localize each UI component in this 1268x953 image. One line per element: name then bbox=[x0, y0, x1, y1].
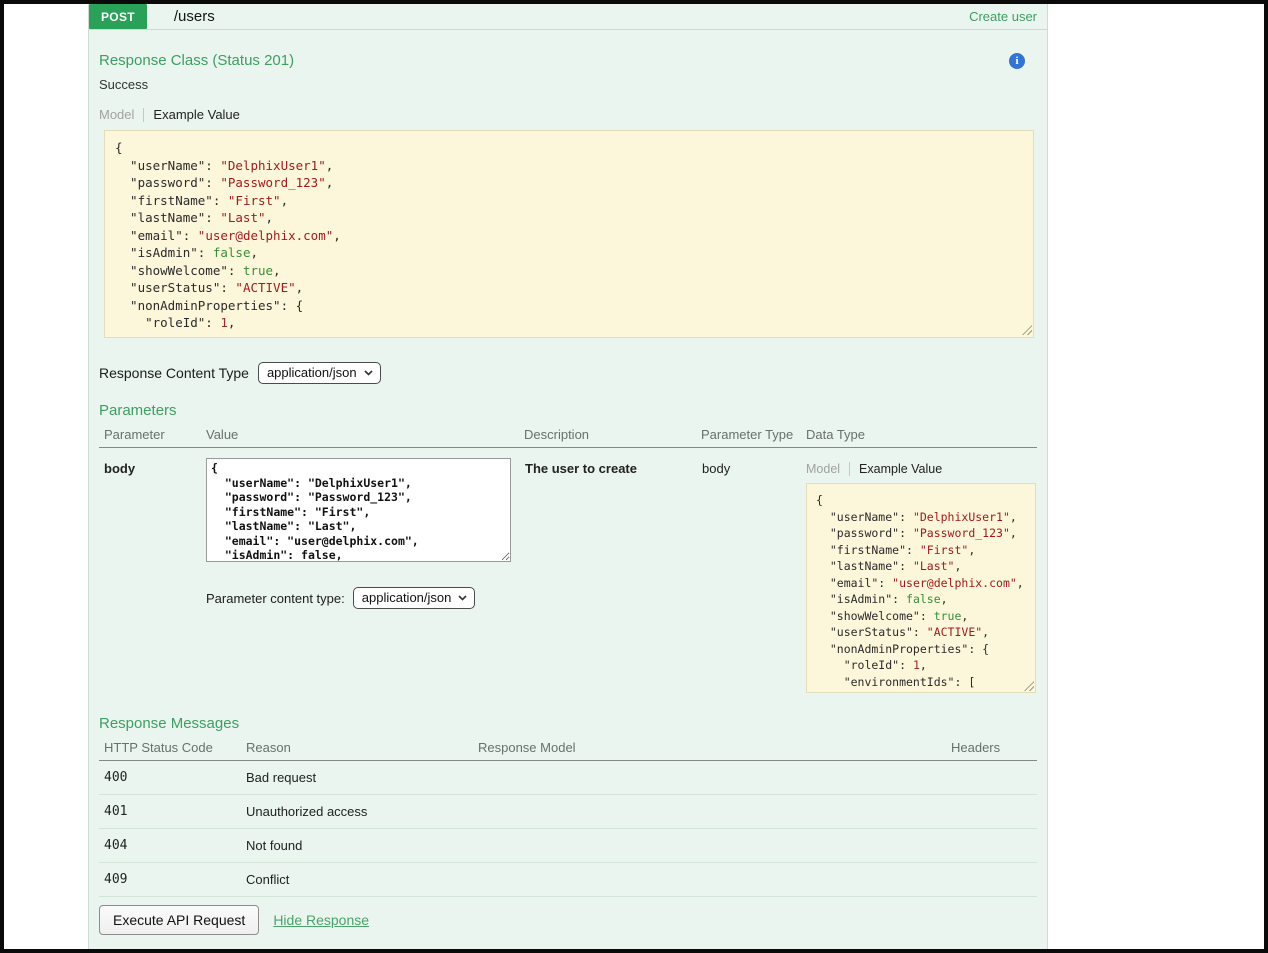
status-code: 400 bbox=[99, 770, 246, 785]
parameter-content-type-value: application/json bbox=[362, 590, 452, 605]
parameter-row-body: body { "userName": "DelphixUser1", "pass… bbox=[99, 448, 1037, 693]
hide-response-link[interactable]: Hide Response bbox=[273, 912, 369, 928]
tab-example-value[interactable]: Example Value bbox=[144, 108, 239, 122]
execute-api-request-button[interactable]: Execute API Request bbox=[99, 905, 259, 935]
col-reason: Reason bbox=[246, 740, 478, 755]
response-messages-heading: Response Messages bbox=[99, 715, 1037, 732]
http-method-badge[interactable]: POST bbox=[89, 4, 147, 29]
actions-row: Execute API Request Hide Response bbox=[99, 905, 1037, 935]
status-code: 409 bbox=[99, 872, 246, 887]
reason: Conflict bbox=[246, 872, 478, 887]
col-headers: Headers bbox=[951, 740, 1037, 755]
col-parameter-type: Parameter Type bbox=[701, 427, 806, 442]
response-class-tabs: Model Example Value bbox=[99, 108, 1037, 122]
operation-header: POST /users Create user bbox=[89, 4, 1047, 30]
col-parameter: Parameter bbox=[99, 427, 206, 442]
col-description: Description bbox=[524, 427, 701, 442]
parameter-content-type-row: Parameter content type: application/json bbox=[206, 587, 524, 609]
parameter-value-cell: { "userName": "DelphixUser1", "password"… bbox=[206, 458, 524, 693]
info-icon[interactable]: i bbox=[1009, 53, 1025, 69]
parameters-heading: Parameters bbox=[99, 402, 1037, 419]
status-code: 401 bbox=[99, 804, 246, 819]
parameter-type: body bbox=[701, 458, 806, 693]
chevron-down-icon bbox=[458, 595, 467, 601]
reason: Not found bbox=[246, 838, 478, 853]
table-row: 400 Bad request bbox=[99, 761, 1037, 795]
reason: Unauthorized access bbox=[246, 804, 478, 819]
col-data-type: Data Type bbox=[806, 427, 1037, 442]
col-http-status-code: HTTP Status Code bbox=[99, 740, 246, 755]
parameter-description: The user to create bbox=[524, 458, 701, 693]
parameters-table-header: Parameter Value Description Parameter Ty… bbox=[99, 427, 1037, 448]
response-class-heading: Response Class (Status 201) bbox=[99, 52, 294, 69]
page: POST /users Create user Response Class (… bbox=[4, 4, 1264, 949]
status-code: 404 bbox=[99, 838, 246, 853]
data-type-example-wrap: { "userName": "DelphixUser1", "password"… bbox=[806, 483, 1036, 693]
response-example-wrap: { "userName": "DelphixUser1", "password"… bbox=[99, 130, 1037, 338]
operation-content: Response Class (Status 201) i Success Mo… bbox=[89, 30, 1047, 949]
data-type-example-json: { "userName": "DelphixUser1", "password"… bbox=[806, 483, 1036, 693]
data-type-tabs: Model Example Value bbox=[806, 462, 1037, 476]
create-user-link[interactable]: Create user bbox=[969, 9, 1047, 24]
chevron-down-icon bbox=[364, 370, 373, 376]
response-messages-header: HTTP Status Code Reason Response Model H… bbox=[99, 740, 1037, 761]
table-row: 409 Conflict bbox=[99, 863, 1037, 897]
response-content-type-row: Response Content Type application/json bbox=[99, 362, 1037, 384]
parameter-content-type-select[interactable]: application/json bbox=[353, 587, 476, 609]
table-row: 404 Not found bbox=[99, 829, 1037, 863]
api-operation-panel: POST /users Create user Response Class (… bbox=[88, 4, 1048, 949]
response-class-subtitle: Success bbox=[99, 77, 1037, 92]
parameter-content-type-label: Parameter content type: bbox=[206, 591, 345, 606]
table-row: 401 Unauthorized access bbox=[99, 795, 1037, 829]
response-content-type-label: Response Content Type bbox=[99, 365, 249, 381]
response-example-json: { "userName": "DelphixUser1", "password"… bbox=[104, 130, 1034, 338]
parameter-name: body bbox=[99, 458, 206, 693]
tab-model[interactable]: Model bbox=[99, 108, 144, 122]
endpoint-path[interactable]: /users bbox=[147, 8, 215, 25]
col-value: Value bbox=[206, 427, 524, 442]
body-parameter-textarea[interactable]: { "userName": "DelphixUser1", "password"… bbox=[206, 458, 511, 562]
col-response-model: Response Model bbox=[478, 740, 951, 755]
tab-model[interactable]: Model bbox=[806, 462, 850, 476]
response-content-type-select[interactable]: application/json bbox=[258, 362, 381, 384]
response-class-section-head: Response Class (Status 201) i bbox=[99, 52, 1037, 69]
data-type-cell: Model Example Value { "userName": "Delph… bbox=[806, 458, 1037, 693]
reason: Bad request bbox=[246, 770, 478, 785]
tab-example-value[interactable]: Example Value bbox=[850, 462, 942, 476]
response-content-type-value: application/json bbox=[267, 365, 357, 380]
